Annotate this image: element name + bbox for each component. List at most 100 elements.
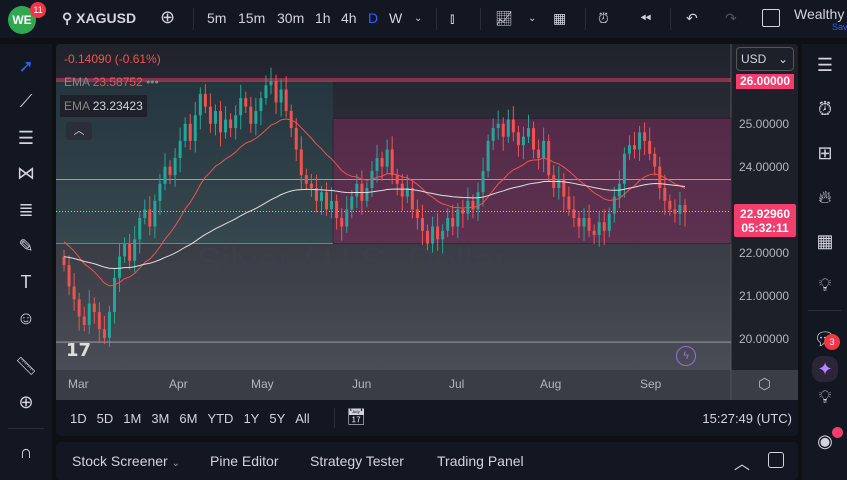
candle [481, 170, 485, 193]
candle [128, 243, 132, 261]
range-1M[interactable]: 1M [123, 411, 141, 426]
chevron-down-icon[interactable]: ⌄ [528, 13, 536, 24]
candle [557, 179, 561, 188]
range-1D[interactable]: 1D [70, 411, 87, 426]
zoom-in-icon[interactable]: ⊕ [14, 390, 38, 414]
candle [269, 81, 273, 86]
candle [592, 230, 596, 236]
calendar-icon[interactable]: ▦ [812, 228, 838, 254]
alarm-icon[interactable]: ⏰︎ [812, 96, 838, 122]
add-list-icon[interactable]: ⊞ [812, 140, 838, 166]
add-symbol-icon[interactable]: ⊕ [160, 7, 175, 28]
account-name[interactable]: Wealthy [794, 6, 844, 22]
trendline-icon[interactable]: ⟋ [14, 89, 38, 113]
undo-icon[interactable]: ↶ [686, 10, 698, 27]
candle [72, 286, 76, 300]
chart-area[interactable]: Silver / U.S. Dollar -0.14090 (-0.61%) E… [56, 44, 798, 436]
candle [299, 149, 303, 176]
range-YTD[interactable]: YTD [207, 411, 233, 426]
candle-style-icon[interactable]: ⫾ [450, 10, 454, 27]
candle [340, 217, 344, 227]
tab-trading-panel[interactable]: Trading Panel [437, 453, 524, 469]
fib-icon[interactable]: ☰ [14, 126, 38, 150]
time-tick: Sep [640, 377, 662, 391]
interval-30m[interactable]: 30m [277, 10, 304, 26]
redo-icon[interactable]: ↷ [725, 10, 737, 27]
interval-D[interactable]: D [368, 10, 378, 26]
range-1Y[interactable]: 1Y [243, 411, 259, 426]
candle [330, 200, 334, 210]
save-label[interactable]: Save [832, 22, 847, 32]
candle [143, 209, 147, 218]
text-icon[interactable]: T [14, 270, 38, 294]
interval-1h[interactable]: 1h [315, 10, 331, 26]
chevron-down-icon[interactable]: ⌄ [414, 13, 422, 24]
candle [87, 303, 91, 325]
lightning-icon[interactable]: ϟ [676, 346, 696, 366]
range-5Y[interactable]: 5Y [269, 411, 285, 426]
ai-sparkle-icon[interactable]: ✦ [812, 356, 838, 382]
logo-text: WE [12, 13, 32, 27]
candle [213, 110, 217, 124]
interval-5m[interactable]: 5m [207, 10, 226, 26]
alert-icon[interactable]: ⏰︎ [598, 10, 609, 27]
tab-stock-screener[interactable]: Stock Screener ⌄ [72, 453, 180, 469]
pattern-icon[interactable]: ⋈ [14, 161, 38, 185]
chevron-down-icon: ⌄ [777, 52, 788, 66]
ema-legend-1[interactable]: EMA 23.58752 ••• [64, 75, 159, 89]
range-5D[interactable]: 5D [97, 411, 114, 426]
watchlist-icon[interactable]: ☰ [812, 52, 838, 78]
emoji-icon[interactable]: ☺ [14, 306, 38, 330]
cursor-icon[interactable]: ➚ [14, 54, 38, 78]
candle [653, 153, 657, 167]
settings-icon[interactable]: ⬡ [758, 375, 771, 393]
chevron-up-icon[interactable]: ︿ [734, 450, 750, 474]
collapse-legend-button[interactable]: ︿ [66, 122, 92, 140]
candle [431, 226, 435, 244]
candle [123, 243, 127, 257]
candle [587, 217, 591, 231]
candle [673, 209, 677, 214]
hotlist-flame-icon[interactable]: 🔥︎ [812, 184, 838, 210]
candle [638, 132, 642, 150]
magnet-icon[interactable]: ∩ [14, 440, 38, 464]
fullscreen-icon[interactable] [762, 9, 780, 27]
goto-date-icon[interactable]: 📅︎ [346, 407, 366, 427]
range-All[interactable]: All [295, 411, 309, 426]
interval-4h[interactable]: 4h [341, 10, 357, 26]
candle [102, 329, 106, 338]
candle [355, 183, 359, 197]
currency-select[interactable]: USD ⌄ [736, 47, 794, 71]
candle [224, 119, 228, 133]
more-icon[interactable]: ••• [146, 75, 159, 89]
candle [451, 217, 455, 227]
tab-strategy-tester[interactable]: Strategy Tester [310, 453, 404, 469]
ema-legend-2[interactable]: EMA 23.23423 [60, 95, 147, 117]
forecast-icon[interactable]: ≣ [14, 198, 38, 222]
replay-icon[interactable]: ⏪︎ [640, 10, 651, 27]
indicators-icon[interactable]: 📈︎ [495, 10, 513, 27]
ideas-lightbulb-icon[interactable]: 💡︎ [812, 272, 838, 298]
ruler-icon[interactable]: 📏︎ [14, 354, 38, 378]
candle [92, 303, 96, 313]
currency-label: USD [741, 52, 767, 66]
interval-W[interactable]: W [389, 10, 402, 26]
bar-countdown: 05:32:11 [741, 221, 789, 235]
range-6M[interactable]: 6M [179, 411, 197, 426]
candle [526, 128, 530, 137]
clock-timezone[interactable]: 15:27:49 (UTC) [702, 411, 792, 426]
tips-icon[interactable]: 💡︎ [812, 384, 838, 410]
maximize-icon[interactable] [768, 452, 784, 468]
symbol-search[interactable]: ⚲ XAGUSD [62, 10, 136, 27]
range-3M[interactable]: 3M [151, 411, 169, 426]
brush-icon[interactable]: ✎ [14, 234, 38, 258]
candle [678, 205, 682, 214]
candle [239, 98, 243, 116]
change-readout: -0.14090 (-0.61%) [64, 52, 161, 66]
candle [496, 123, 500, 129]
interval-15m[interactable]: 15m [238, 10, 265, 26]
price-chart[interactable]: Silver / U.S. Dollar [56, 44, 798, 436]
tab-pine-editor[interactable]: Pine Editor [210, 453, 278, 469]
layout-grid-icon[interactable]: ▦ [553, 10, 566, 27]
candle [77, 299, 81, 317]
